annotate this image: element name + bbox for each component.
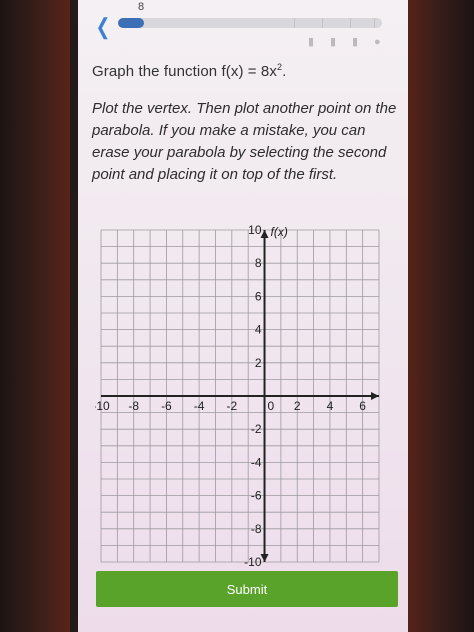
x-tick-label: -2: [226, 399, 237, 413]
x-tick-label: -4: [194, 399, 205, 413]
submit-button[interactable]: Submit: [96, 571, 398, 607]
y-tick-label: 4: [255, 323, 262, 337]
device-frame-left: [0, 0, 70, 632]
progress-bar: [118, 18, 382, 28]
trophy-icon: ●: [374, 36, 381, 48]
x-axis-arrow-right: [371, 392, 379, 400]
y-tick-label: 8: [255, 256, 262, 270]
x-tick-label: -8: [128, 399, 139, 413]
y-tick-label: -4: [251, 455, 262, 469]
progress-tick: [294, 18, 295, 28]
coordinate-graph[interactable]: f(x) -10 -8 -6 -4 -2 0 2 4 6 10 8 6 4 2 -2 -4 -6 -8 -10: [95, 222, 385, 574]
award-icons: ▮ ▮ ▮ ●: [308, 36, 384, 48]
top-bar: ❮ 8 ▮ ▮ ▮ ●: [78, 0, 408, 56]
y-axis-arrow-down: [260, 554, 269, 562]
ribbon-icon: ▮: [330, 36, 337, 48]
back-chevron-icon[interactable]: ❮: [94, 16, 112, 38]
y-tick-label: -8: [251, 522, 262, 536]
ribbon-icon: ▮: [352, 36, 359, 48]
y-tick-label: -2: [251, 422, 262, 436]
y-tick-label: -10: [244, 555, 262, 569]
x-tick-label: -10: [95, 399, 110, 413]
y-axis-label: f(x): [271, 225, 288, 239]
x-tick-label: -6: [161, 399, 172, 413]
progress-count: 8: [138, 1, 145, 13]
progress-tick: [350, 18, 351, 28]
graph-canvas[interactable]: f(x) -10 -8 -6 -4 -2 0 2 4 6 10 8 6 4 2 -2 -4 -6 -8 -10: [95, 222, 385, 574]
y-tick-label: 10: [248, 223, 262, 237]
x-tick-label: 6: [359, 399, 366, 413]
question-text: Graph the function f(x) = 8x2.: [92, 62, 398, 80]
y-tick-label: 2: [255, 356, 262, 370]
x-tick-label: 0: [268, 399, 275, 413]
progress-tick: [374, 18, 375, 28]
y-tick-label: 6: [255, 289, 262, 303]
question-suffix: .: [282, 63, 287, 80]
y-tick-label: -6: [251, 489, 262, 503]
device-frame-right: [404, 0, 474, 632]
question-function: f(x) = 8x: [221, 63, 277, 80]
x-tick-label: 2: [294, 399, 301, 413]
x-tick-label: 4: [327, 399, 334, 413]
ribbon-icon: ▮: [308, 36, 315, 48]
question-prefix: Graph the function: [92, 63, 222, 80]
instructions-text: Plot the vertex. Then plot another point…: [92, 100, 397, 183]
screen: ❮ 8 ▮ ▮ ▮ ● Graph the function f(x) = 8x…: [78, 0, 408, 632]
y-axis-arrow-up: [260, 230, 269, 238]
progress-fill: [118, 18, 145, 28]
progress-tick: [322, 18, 323, 28]
